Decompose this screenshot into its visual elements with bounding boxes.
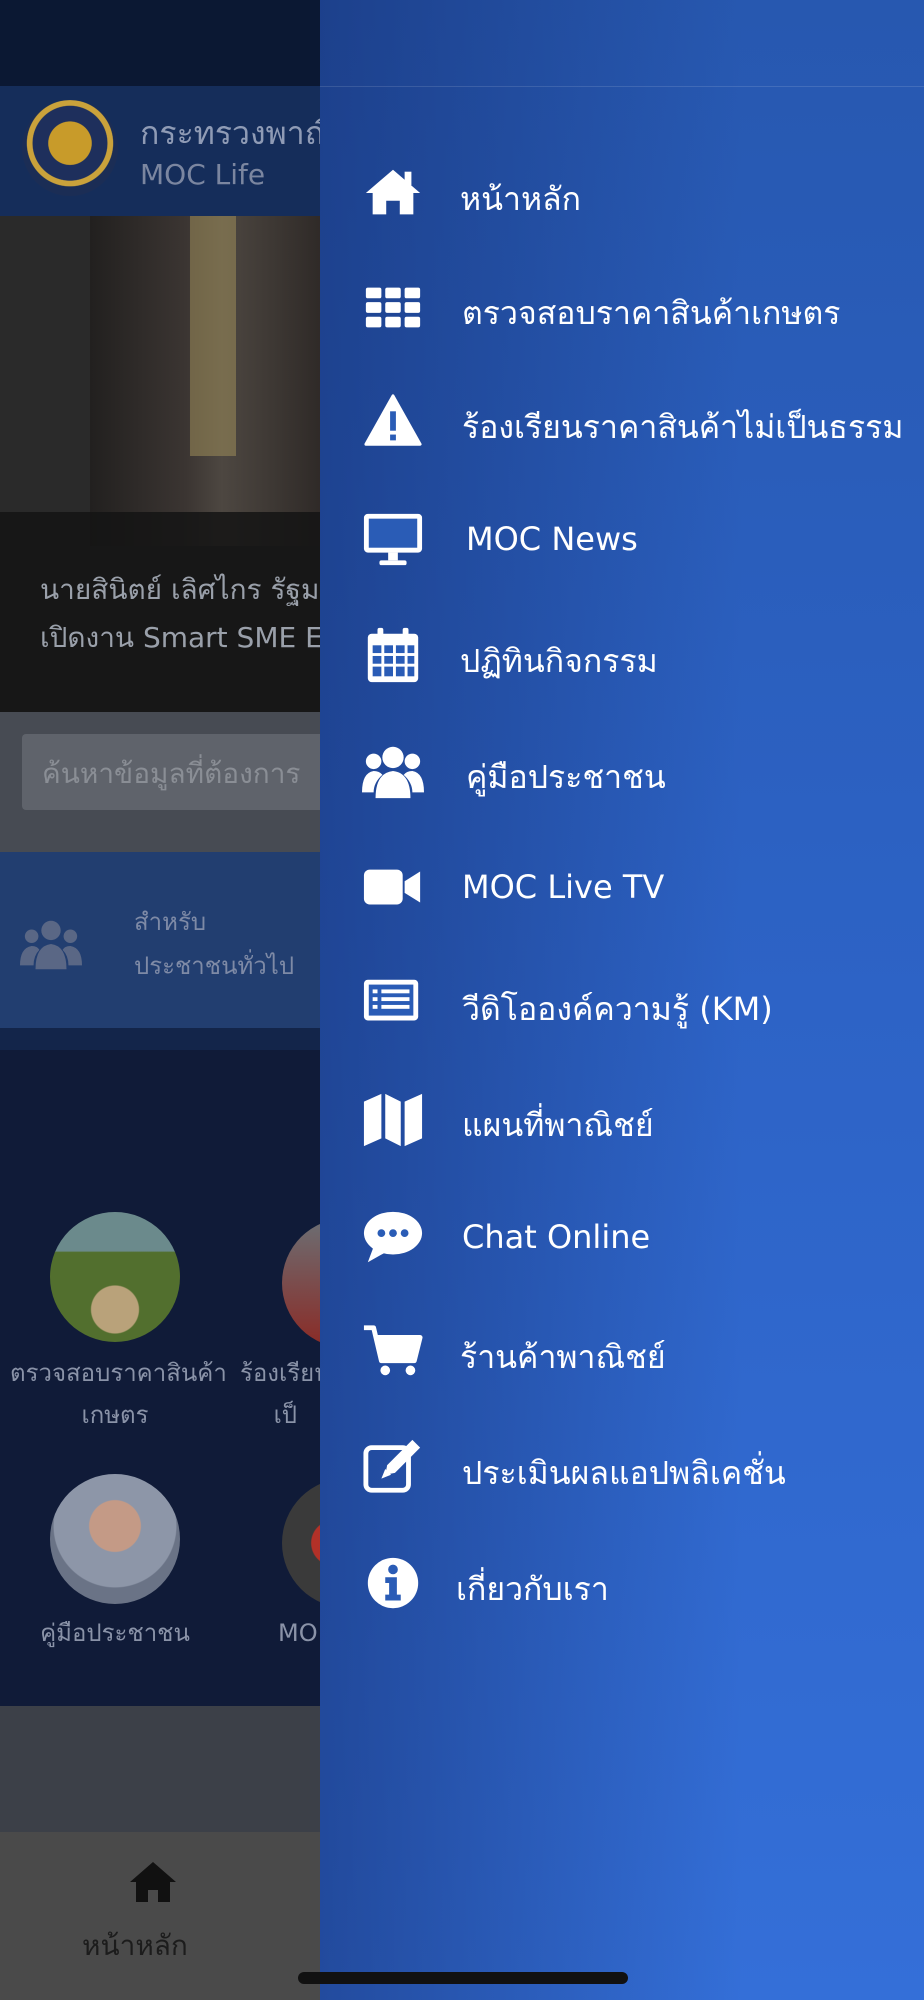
tab-home-label[interactable]: หน้าหลัก (82, 1924, 188, 1968)
menu-item-label: ร้านค้าพาณิชย์ (460, 1338, 666, 1376)
menu-item-citizen-guide[interactable]: คู่มือประชาชน (320, 726, 924, 816)
menu-item-label: ตรวจสอบราคาสินค้าเกษตร (462, 294, 841, 332)
home-icon (362, 162, 424, 224)
edit-icon (362, 1436, 424, 1498)
menu-item-label: Chat Online (462, 1218, 651, 1256)
service-agri-price-label: ตรวจสอบราคาสินค้า เกษตร (10, 1352, 227, 1436)
monitor-icon (362, 508, 424, 570)
menu-item-complaint[interactable]: ร้องเรียนราคาสินค้าไม่เป็นธรรม (320, 376, 924, 466)
menu-item-label: MOC Live TV (462, 868, 665, 906)
service-moc-live-label: MO (278, 1619, 318, 1647)
menu-item-moc-news[interactable]: MOC News (320, 494, 924, 584)
menu-item-chat-online[interactable]: Chat Online (320, 1192, 924, 1282)
app-header-title: กระทรวงพาณิ (140, 114, 335, 152)
people-banner-text: สำหรับ ประชาชนทั่วไป (134, 900, 294, 988)
service-label-line-2: เกษตร (81, 1401, 149, 1429)
info-icon (362, 1552, 424, 1614)
service-citizen-guide-label: คู่มือประชาชน (40, 1619, 190, 1647)
service-complaint-label: ร้องเรียน เป็ (240, 1352, 331, 1436)
hero-caption-line-2: เปิดงาน Smart SME EX (40, 621, 342, 654)
menu-item-km-video[interactable]: วีดิโอองค์ความรู้ (KM) (320, 958, 924, 1048)
menu-item-label: ร้องเรียนราคาสินค้าไม่เป็นธรรม (462, 408, 904, 446)
menu-item-label: หน้าหลัก (460, 180, 582, 218)
menu-item-calendar[interactable]: ปฏิทินกิจกรรม (320, 610, 924, 700)
menu-item-label: เกี่ยวกับเรา (456, 1570, 609, 1608)
service-label-line-2: เป็ (273, 1401, 298, 1429)
search-placeholder: ค้นหาข้อมูลที่ต้องการ (42, 757, 301, 790)
users-icon (362, 740, 424, 802)
service-label-line-1: ตรวจสอบราคาสินค้า (10, 1359, 227, 1387)
users-icon (20, 916, 82, 972)
home-indicator[interactable] (298, 1972, 628, 1984)
drawer-divider (320, 86, 924, 87)
menu-item-app-rating[interactable]: ประเมินผลแอปพลิเคชั่น (320, 1422, 924, 1512)
map-icon (362, 1088, 424, 1150)
menu-item-shop[interactable]: ร้านค้าพาณิชย์ (320, 1306, 924, 1396)
menu-item-label: คู่มือประชาชน (466, 758, 666, 796)
people-banner-line-1: สำหรับ (134, 908, 207, 936)
menu-item-label: ประเมินผลแอปพลิเคชั่น (462, 1454, 786, 1492)
menu-item-label: MOC News (466, 520, 638, 558)
navigation-drawer: หน้าหลัก ตรวจสอบราคาสินค้าเกษตร ร้องเรีย… (320, 0, 924, 2000)
chat-bubble-icon (362, 1206, 424, 1268)
ministry-logo (22, 100, 118, 196)
people-banner-line-2: ประชาชนทั่วไป (134, 952, 295, 980)
menu-item-label: แผนที่พาณิชย์ (462, 1106, 654, 1144)
service-label-line-1: ร้องเรียน (240, 1359, 331, 1387)
tab-home-icon[interactable] (128, 1860, 178, 1904)
menu-item-label: วีดิโอองค์ความรู้ (KM) (462, 990, 773, 1028)
hero-caption: นายสินิตย์ เลิศไกร รัฐมนต เปิดงาน Smart … (40, 566, 357, 662)
menu-item-map[interactable]: แผนที่พาณิชย์ (320, 1074, 924, 1164)
grid-icon (362, 276, 424, 338)
service-citizen-guide-image[interactable] (50, 1474, 180, 1604)
service-agri-price-image[interactable] (50, 1212, 180, 1342)
hero-caption-line-1: นายสินิตย์ เลิศไกร รัฐมนต (40, 573, 357, 606)
menu-item-live-tv[interactable]: MOC Live TV (320, 842, 924, 932)
video-camera-icon (362, 856, 424, 918)
warning-icon (362, 390, 424, 452)
hero-photo-detail (190, 216, 236, 456)
shopping-cart-icon (362, 1320, 424, 1382)
menu-item-label: ปฏิทินกิจกรรม (460, 642, 658, 680)
menu-item-agri-price[interactable]: ตรวจสอบราคาสินค้าเกษตร (320, 262, 924, 352)
list-icon (362, 972, 424, 1034)
calendar-icon (362, 624, 424, 686)
app-header-subtitle: MOC Life (140, 158, 266, 191)
menu-item-home[interactable]: หน้าหลัก (320, 148, 924, 238)
menu-item-about[interactable]: เกี่ยวกับเรา (320, 1538, 924, 1628)
